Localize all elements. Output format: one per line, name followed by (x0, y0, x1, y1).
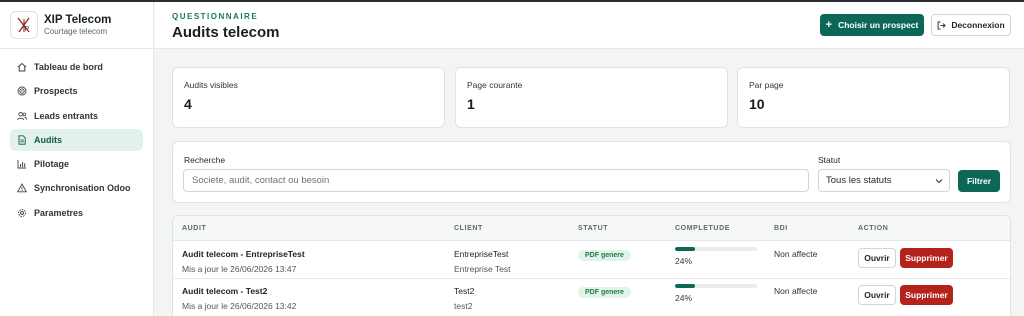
bdi-value: Non affecte (774, 286, 818, 296)
sidebar: iP XIP Telecom Courtage telecom Tableau … (0, 0, 154, 316)
column-header-completude: COMPLETUDE (675, 225, 730, 232)
search-label: Recherche (184, 155, 226, 165)
stat-value: 1 (467, 96, 475, 112)
target-icon (17, 86, 27, 96)
completion-progress-bar (675, 247, 757, 251)
sidebar-item-pilotage[interactable]: Pilotage (10, 153, 143, 175)
sidebar-item-parametres[interactable]: Parametres (10, 202, 143, 224)
antenna-logo-icon: iP (17, 17, 30, 33)
client-name: EntrepriseTest (454, 249, 509, 259)
sidebar-item-label: Parametres (34, 207, 84, 218)
bar-chart-icon (17, 160, 27, 169)
sidebar-item-label: Prospects (34, 86, 78, 97)
logout-label: Deconnexion (951, 20, 1005, 30)
stat-card-audits-visibles: Audits visibles 4 (172, 67, 445, 128)
document-icon (18, 135, 26, 145)
delete-audit-button[interactable]: Supprimer (900, 248, 953, 268)
svg-text:iP: iP (23, 26, 30, 33)
choose-prospect-label: Choisir un prospect (838, 20, 919, 30)
audit-updated: Mis a jour le 26/06/2026 13:47 (182, 264, 297, 274)
page-eyebrow: QUESTIONNAIRE (172, 12, 259, 21)
completion-percent: 24% (675, 293, 693, 303)
column-header-action: ACTION (858, 225, 889, 232)
chevron-down-icon (935, 179, 943, 184)
window-top-border (0, 0, 1024, 2)
column-header-audit: AUDIT (182, 225, 207, 232)
filter-button[interactable]: Filtrer (958, 170, 1000, 192)
brand-logo: iP (10, 11, 38, 39)
sidebar-item-audits[interactable]: Audits (10, 128, 143, 151)
completion-progress-fill (675, 284, 695, 288)
table-row: Audit telecom - EntrepriseTest Mis a jou… (173, 242, 1010, 279)
stat-value: 10 (749, 96, 765, 112)
sidebar-item-label: Audits (34, 134, 62, 145)
brand-subtitle: Courtage telecom (44, 27, 108, 36)
table-row: Audit telecom - Test2 Mis a jour le 26/0… (173, 280, 1010, 316)
sidebar-item-label: Pilotage (34, 159, 70, 170)
logout-icon (937, 20, 947, 30)
brand[interactable]: iP XIP Telecom Courtage telecom (10, 11, 111, 39)
status-select-value: Tous les statuts (826, 175, 892, 186)
users-icon (17, 111, 27, 120)
brand-name: XIP Telecom (44, 14, 112, 26)
stat-value: 4 (184, 96, 192, 112)
audit-updated: Mis a jour le 26/06/2026 13:42 (182, 301, 297, 311)
status-select[interactable]: Tous les statuts (818, 169, 950, 192)
column-header-statut: STATUT (578, 225, 609, 232)
open-audit-button[interactable]: Ouvrir (858, 285, 896, 305)
bdi-value: Non affecte (774, 249, 818, 259)
column-header-client: CLIENT (454, 225, 483, 232)
top-header: QUESTIONNAIRE Audits telecom + Choisir u… (155, 2, 1024, 49)
warning-icon (17, 183, 27, 193)
sidebar-item-leads-entrants[interactable]: Leads entrants (10, 105, 143, 127)
sidebar-item-prospects[interactable]: Prospects (10, 80, 143, 102)
table-header: AUDIT CLIENT STATUT COMPLETUDE BDI ACTIO… (173, 216, 1010, 241)
sidebar-nav: Tableau de bord Prospects Leads entrants… (10, 56, 143, 226)
client-name: Test2 (454, 286, 475, 296)
sidebar-item-label: Leads entrants (34, 110, 99, 121)
status-badge: PDF genere (578, 250, 631, 261)
sidebar-item-tableau-de-bord[interactable]: Tableau de bord (10, 56, 143, 78)
sidebar-divider (0, 48, 154, 49)
audit-title: Audit telecom - EntrepriseTest (182, 249, 305, 259)
completion-progress-fill (675, 247, 695, 251)
audits-table: AUDIT CLIENT STATUT COMPLETUDE BDI ACTIO… (172, 215, 1011, 316)
stat-label: Page courante (467, 80, 523, 90)
completion-progress-bar (675, 284, 757, 288)
logout-button[interactable]: Deconnexion (931, 14, 1011, 36)
filter-panel: Recherche Statut Tous les statuts Filtre… (172, 141, 1011, 203)
plus-icon: + (825, 19, 833, 31)
stat-card-page-courante: Page courante 1 (455, 67, 728, 128)
sidebar-item-label: Tableau de bord (34, 62, 103, 72)
open-audit-button[interactable]: Ouvrir (858, 248, 896, 268)
completion-percent: 24% (675, 256, 693, 266)
delete-audit-button[interactable]: Supprimer (900, 285, 953, 305)
sidebar-item-label: Synchronisation Odoo (34, 183, 131, 194)
choose-prospect-button[interactable]: + Choisir un prospect (820, 14, 924, 36)
home-icon (17, 62, 27, 72)
gear-icon (18, 208, 26, 217)
client-subtitle: Entreprise Test (454, 264, 511, 274)
client-subtitle: test2 (454, 301, 473, 311)
sidebar-item-synchronisation-odoo[interactable]: Synchronisation Odoo (10, 177, 143, 199)
stat-label: Par page (749, 80, 784, 90)
status-label: Statut (818, 155, 841, 165)
search-input[interactable] (183, 169, 809, 192)
column-header-bdi: BDI (774, 225, 788, 232)
page-title: Audits telecom (172, 24, 280, 41)
status-badge: PDF genere (578, 287, 631, 298)
audit-title: Audit telecom - Test2 (182, 286, 268, 296)
stat-label: Audits visibles (184, 80, 238, 90)
stat-card-par-page: Par page 10 (737, 67, 1010, 128)
